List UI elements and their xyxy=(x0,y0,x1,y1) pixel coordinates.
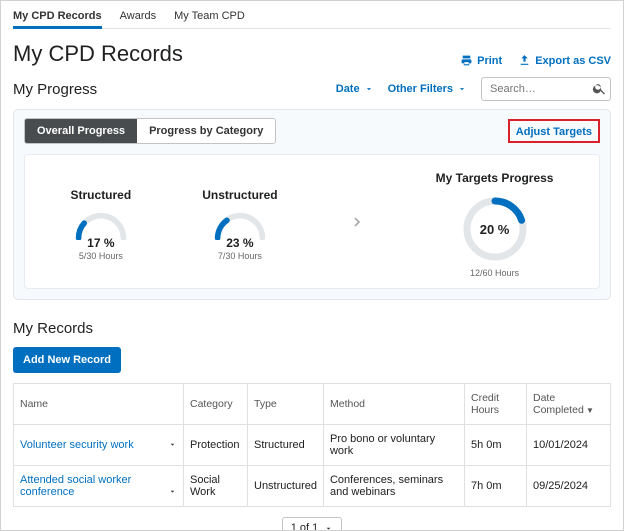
other-filters[interactable]: Other Filters xyxy=(388,83,467,95)
export-csv-button[interactable]: Export as CSV xyxy=(518,54,611,67)
progress-panel: Overall Progress Progress by Category Ad… xyxy=(13,109,611,300)
targets-label: My Targets Progress xyxy=(436,171,554,185)
chevron-down-icon xyxy=(324,524,333,531)
tab-my-team-cpd[interactable]: My Team CPD xyxy=(174,6,245,28)
chevron-down-icon[interactable] xyxy=(168,487,177,496)
print-label: Print xyxy=(477,55,502,67)
chevron-down-icon xyxy=(364,84,374,94)
cell-category: Social Work xyxy=(184,466,248,507)
tab-progress-by-category[interactable]: Progress by Category xyxy=(137,119,275,143)
export-icon xyxy=(518,54,531,67)
targets-pct: 20 % xyxy=(459,193,531,265)
add-new-record-button[interactable]: Add New Record xyxy=(13,347,121,373)
tab-my-cpd-records[interactable]: My CPD Records xyxy=(13,6,102,28)
print-icon xyxy=(460,54,473,67)
print-button[interactable]: Print xyxy=(460,54,502,67)
col-method[interactable]: Method xyxy=(323,384,464,425)
col-credit[interactable]: Credit Hours xyxy=(465,384,527,425)
structured-gauge-icon xyxy=(73,210,129,240)
cell-method: Conferences, seminars and webinars xyxy=(323,466,464,507)
search-input[interactable] xyxy=(481,77,611,101)
record-name-link[interactable]: Volunteer security work xyxy=(14,425,184,466)
arrow-icon xyxy=(349,213,365,236)
tab-awards[interactable]: Awards xyxy=(120,6,156,28)
col-name[interactable]: Name xyxy=(14,384,184,425)
unstructured-sub: 7/30 Hours xyxy=(218,251,262,261)
structured-gauge-block: Structured 17 % 5/30 Hours xyxy=(71,188,132,261)
col-date[interactable]: Date Completed xyxy=(527,384,611,425)
cell-date: 09/25/2024 xyxy=(527,466,611,507)
adjust-targets-highlight: Adjust Targets xyxy=(508,119,600,143)
cell-type: Structured xyxy=(248,425,324,466)
my-records-heading: My Records xyxy=(13,320,611,337)
unstructured-label: Unstructured xyxy=(202,188,277,202)
records-table: Name Category Type Method Credit Hours D… xyxy=(13,383,611,507)
col-type[interactable]: Type xyxy=(248,384,324,425)
nav-tabs: My CPD Records Awards My Team CPD xyxy=(13,5,611,29)
structured-label: Structured xyxy=(71,188,132,202)
tab-overall-progress[interactable]: Overall Progress xyxy=(25,119,137,143)
progress-gauges: Structured 17 % 5/30 Hours Unstructured … xyxy=(24,154,600,289)
col-category[interactable]: Category xyxy=(184,384,248,425)
date-filter[interactable]: Date xyxy=(336,83,374,95)
targets-gauge-block: My Targets Progress 20 % 12/60 Hours xyxy=(436,171,554,278)
my-progress-heading: My Progress xyxy=(13,81,97,98)
table-row: Volunteer security work Protection Struc… xyxy=(14,425,611,466)
progress-view-toggle: Overall Progress Progress by Category xyxy=(24,118,276,144)
page-title: My CPD Records xyxy=(13,41,183,67)
structured-sub: 5/30 Hours xyxy=(79,251,123,261)
unstructured-gauge-block: Unstructured 23 % 7/30 Hours xyxy=(202,188,277,261)
targets-sub: 12/60 Hours xyxy=(470,268,519,278)
cell-date: 10/01/2024 xyxy=(527,425,611,466)
date-filter-label: Date xyxy=(336,83,360,95)
export-label: Export as CSV xyxy=(535,55,611,67)
record-name-text: Attended social worker conference xyxy=(20,474,131,498)
other-filters-label: Other Filters xyxy=(388,83,453,95)
pager[interactable]: 1 of 1 xyxy=(282,517,343,531)
cell-type: Unstructured xyxy=(248,466,324,507)
chevron-down-icon xyxy=(457,84,467,94)
record-name-link[interactable]: Attended social worker conference xyxy=(14,466,184,507)
record-name-text: Volunteer security work xyxy=(20,439,134,451)
pager-label: 1 of 1 xyxy=(291,522,319,531)
cell-category: Protection xyxy=(184,425,248,466)
cell-credit: 5h 0m xyxy=(465,425,527,466)
table-row: Attended social worker conference Social… xyxy=(14,466,611,507)
cell-credit: 7h 0m xyxy=(465,466,527,507)
unstructured-gauge-icon xyxy=(212,210,268,240)
cell-method: Pro bono or voluntary work xyxy=(323,425,464,466)
chevron-down-icon[interactable] xyxy=(168,440,177,449)
search-wrapper xyxy=(481,77,611,101)
adjust-targets-link[interactable]: Adjust Targets xyxy=(516,126,592,138)
